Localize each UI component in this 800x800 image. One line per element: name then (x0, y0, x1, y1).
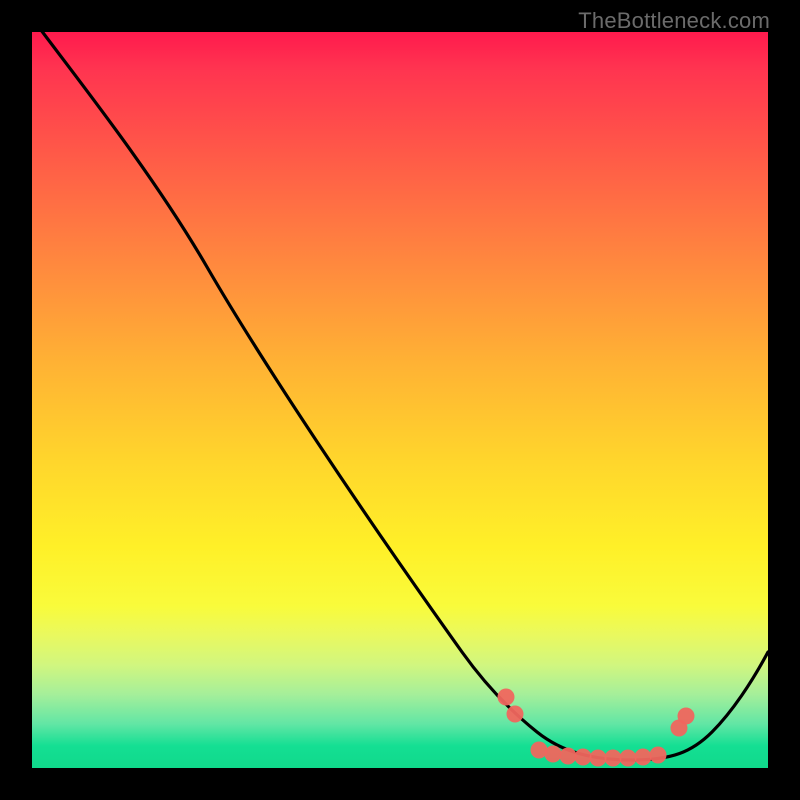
data-dot (545, 746, 562, 763)
data-dot (498, 689, 515, 706)
chart-svg (32, 32, 768, 768)
data-dot (575, 749, 592, 766)
data-dot (635, 749, 652, 766)
data-dot (507, 706, 524, 723)
data-dot (620, 750, 637, 767)
data-dot (590, 750, 607, 767)
plot-area (32, 32, 768, 768)
data-dot (678, 708, 695, 725)
data-dot (650, 747, 667, 764)
data-dot (605, 750, 622, 767)
chart-frame: TheBottleneck.com (0, 0, 800, 800)
attribution-label: TheBottleneck.com (578, 8, 770, 34)
data-dot (560, 748, 577, 765)
bottleneck-curve (35, 32, 768, 760)
